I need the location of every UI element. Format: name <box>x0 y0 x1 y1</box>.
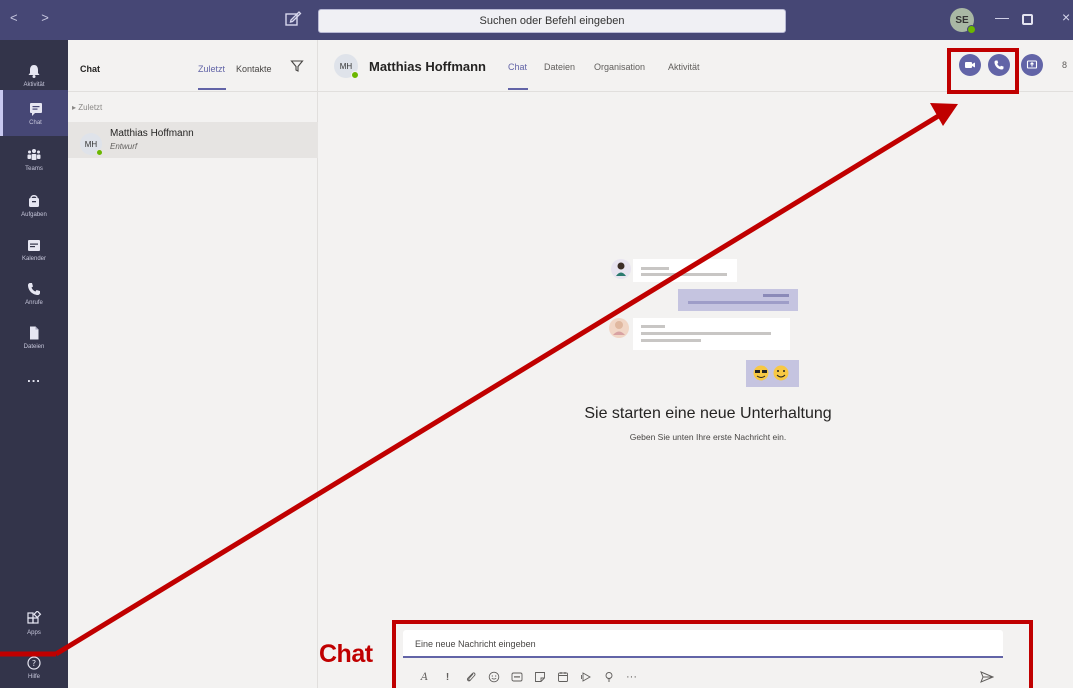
calendar-icon <box>28 239 40 251</box>
rail-item-more[interactable]: ... <box>0 354 68 400</box>
apps-icon <box>27 610 42 624</box>
empty-state-title: Sie starten eine neue Unterhaltung <box>584 405 832 422</box>
chat-list-header: Chat Zuletzt Kontakte <box>68 40 318 92</box>
rail-label: Chat <box>29 119 42 126</box>
tab-contacts[interactable]: Kontakte <box>236 64 272 74</box>
empty-state-subtitle: Geben Sie unten Ihre erste Nachricht ein… <box>629 432 787 442</box>
rail-label: Dateien <box>23 343 45 350</box>
tab-recent[interactable]: Zuletzt <box>198 64 225 74</box>
svg-text:?: ? <box>32 659 36 668</box>
rail-item-calls[interactable]: Anrufe <box>0 270 68 316</box>
conversation-pane: MH Matthias Hoffmann Chat Dateien Organi… <box>318 40 1073 688</box>
annotation-call-buttons-box <box>947 48 1019 94</box>
help-icon: ? <box>27 655 41 670</box>
rail-item-tasks[interactable]: Aufgaben <box>0 182 68 228</box>
user-avatar[interactable]: SE <box>950 8 976 34</box>
rail-item-chat[interactable]: Chat <box>0 90 68 136</box>
section-recent-label[interactable]: ▸ Zuletzt <box>72 103 102 112</box>
rail-label: Apps <box>27 629 41 636</box>
rail-item-help[interactable]: ? Hilfe <box>0 644 68 688</box>
maximize-button[interactable] <box>1022 14 1033 25</box>
avatar-initials: MH <box>84 139 98 149</box>
chat-draft-status: Entwurf <box>110 142 138 151</box>
presence-available-icon <box>967 25 976 34</box>
back-forward-arrows[interactable]: < > <box>10 10 59 25</box>
chat-contact-name: Matthias Hoffmann <box>110 128 194 139</box>
rail-item-teams[interactable]: Teams <box>0 136 68 182</box>
section-recent-text: Zuletzt <box>78 103 103 112</box>
list-item[interactable]: MH Matthias Hoffmann Entwurf <box>68 122 318 158</box>
rail-item-apps[interactable]: Apps <box>0 600 68 646</box>
chat-list-title: Chat <box>80 64 100 74</box>
phone-icon <box>28 282 40 295</box>
search-placeholder: Suchen oder Befehl eingeben <box>479 15 625 27</box>
new-chat-icon[interactable] <box>283 9 303 29</box>
rail-label: Kalender <box>21 255 47 262</box>
app-rail: Aktivität Chat Teams Aufgaben Kalender A… <box>0 40 68 688</box>
more-icon: ... <box>27 369 41 385</box>
rail-label: Anrufe <box>25 299 43 306</box>
title-bar: < > Suchen oder Befehl eingeben SE — × <box>0 0 1073 40</box>
chat-icon <box>29 102 42 116</box>
minimize-button[interactable]: — <box>995 9 1009 25</box>
tab-recent-underline <box>198 88 226 90</box>
bag-icon <box>29 194 39 207</box>
rail-label: Hilfe <box>27 673 40 680</box>
rail-label: Aufgaben <box>21 211 47 218</box>
rail-label: Aktivität <box>23 81 45 88</box>
teams-window: < > Suchen oder Befehl eingeben SE — × A… <box>0 0 1073 688</box>
file-icon <box>30 326 39 339</box>
filter-icon[interactable] <box>290 59 304 73</box>
empty-conversation-illustration <box>609 259 799 387</box>
rail-item-calendar[interactable]: Kalender <box>0 226 68 272</box>
rail-label: Teams <box>25 165 43 172</box>
user-initials: SE <box>955 14 969 26</box>
chat-list-pane: Chat Zuletzt Kontakte ▸ Zuletzt MH Matth… <box>68 40 318 688</box>
bell-icon <box>28 64 40 78</box>
presence-available-icon <box>96 149 103 156</box>
annotation-compose-box <box>392 620 1033 688</box>
teams-icon <box>27 148 41 160</box>
close-button[interactable]: × <box>1062 9 1070 25</box>
annotation-chat-label: Chat <box>319 640 373 668</box>
avatar: MH <box>80 133 103 156</box>
search-input[interactable]: Suchen oder Befehl eingeben <box>318 9 786 33</box>
